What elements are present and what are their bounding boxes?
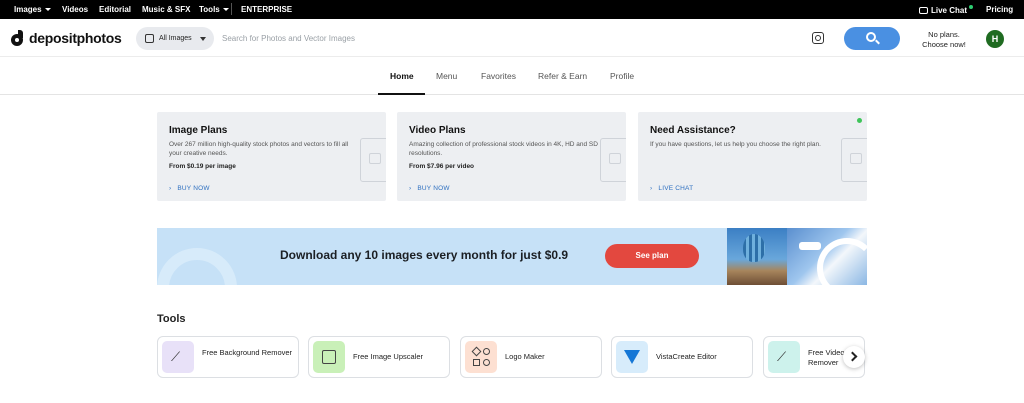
vistacreate-icon (616, 341, 648, 373)
topbar-videos-link[interactable]: Videos (62, 5, 88, 14)
video-frame-icon (600, 138, 626, 182)
tool-vistacreate-editor[interactable]: VistaCreate Editor (611, 336, 753, 378)
tool-label: Free Background Remover (202, 348, 293, 357)
tools-section-title: Tools (157, 313, 186, 325)
buy-now-link[interactable]: › BUY NOW (169, 185, 210, 192)
topbar-images-label: Images (14, 5, 42, 14)
topbar-enterprise-link[interactable]: ENTERPRISE (241, 5, 292, 14)
topbar-images-menu[interactable]: Images (14, 5, 51, 14)
card-title: Need Assistance? (650, 125, 736, 136)
chevron-right-icon: › (169, 185, 172, 192)
tool-label: Free Image Upscaler (353, 352, 424, 361)
card-price: From $0.19 per image (169, 163, 236, 170)
magic-wand-icon: ⟋ (162, 341, 194, 373)
content-type-dropdown[interactable]: All Images (136, 27, 214, 50)
tool-logo-maker[interactable]: Logo Maker (460, 336, 602, 378)
shapes-icon (465, 341, 497, 373)
tab-menu[interactable]: Menu (436, 71, 457, 81)
promo-banner: Download any 10 images every month for j… (157, 228, 867, 285)
chevron-right-icon: › (409, 185, 412, 192)
tool-label: Logo Maker (505, 352, 545, 361)
pricing-link[interactable]: Pricing (986, 5, 1013, 14)
tab-refer-earn[interactable]: Refer & Earn (538, 71, 587, 81)
choose-plan-text: Choose now! (922, 40, 966, 49)
card-title: Image Plans (169, 125, 228, 136)
live-chat-cta[interactable]: › LIVE CHAT (650, 185, 693, 192)
tab-home[interactable]: Home (390, 71, 414, 81)
chevron-down-icon (222, 8, 229, 11)
visual-search-icon[interactable] (812, 32, 824, 44)
tab-profile[interactable]: Profile (610, 71, 634, 81)
carousel-next-button[interactable] (843, 346, 865, 368)
card-price: From $7.96 per video (409, 163, 475, 170)
decorative-circle (157, 248, 237, 285)
topbar-editorial-link[interactable]: Editorial (99, 5, 131, 14)
tool-image-upscaler[interactable]: Free Image Upscaler (308, 336, 450, 378)
hot-air-balloon-image (727, 228, 787, 285)
image-upscale-icon (313, 341, 345, 373)
online-status-icon (969, 5, 974, 9)
active-tab-indicator (378, 93, 425, 95)
card-description: Over 267 million high-quality stock phot… (169, 141, 349, 157)
card-description: Amazing collection of professional stock… (409, 141, 598, 157)
topbar-tools-menu[interactable]: Tools (199, 5, 229, 14)
logo-mark-icon (11, 30, 25, 46)
search-bar: All Images (136, 27, 832, 50)
account-tabs: Home Menu Favorites Refer & Earn Profile (0, 57, 1024, 95)
magic-wand-icon: ⟋ (768, 341, 800, 373)
topbar-tools-label: Tools (199, 5, 220, 14)
tool-background-remover[interactable]: ⟋ Free Background Remover (157, 336, 299, 378)
online-status-icon (857, 118, 862, 123)
chat-icon (919, 7, 928, 14)
avatar[interactable]: H (986, 30, 1004, 48)
depositphotos-logo[interactable]: depositphotos (11, 30, 122, 46)
topbar-music-link[interactable]: Music & SFX (142, 5, 190, 14)
live-chat-label: Live Chat (931, 6, 968, 15)
live-chat-cta-label: LIVE CHAT (658, 185, 694, 192)
top-navigation-bar: Images Videos Editorial Music & SFX Tool… (0, 0, 1024, 19)
buy-now-label: BUY NOW (417, 185, 450, 192)
see-plan-button[interactable]: See plan (605, 244, 699, 268)
image-icon (145, 34, 154, 43)
card-description: If you have questions, let us help you c… (650, 141, 821, 148)
tab-favorites[interactable]: Favorites (481, 71, 516, 81)
tool-label: VistaCreate Editor (656, 352, 717, 361)
chevron-down-icon (44, 8, 51, 11)
drone-architecture-image (787, 228, 867, 285)
search-input[interactable] (222, 27, 792, 50)
video-plans-card: Video Plans Amazing collection of profes… (397, 112, 626, 201)
topbar-divider (231, 3, 232, 15)
chevron-down-icon (200, 37, 206, 41)
image-plans-card: Image Plans Over 267 million high-qualit… (157, 112, 386, 201)
buy-now-link[interactable]: › BUY NOW (409, 185, 450, 192)
promo-text: Download any 10 images every month for j… (280, 248, 569, 262)
plans-prompt[interactable]: No plans. Choose now! (915, 30, 973, 50)
buy-now-label: BUY NOW (177, 185, 210, 192)
photo-frame-icon (360, 138, 386, 182)
content-type-label: All Images (159, 35, 192, 42)
headset-icon (841, 138, 867, 182)
assistance-card: Need Assistance? If you have questions, … (638, 112, 867, 201)
search-button[interactable] (844, 27, 900, 50)
card-title: Video Plans (409, 125, 466, 136)
live-chat-link[interactable]: Live Chat (919, 5, 974, 15)
plans-status-text: No plans. (928, 30, 960, 39)
logo-text: depositphotos (29, 30, 122, 46)
chevron-right-icon: › (650, 185, 653, 192)
